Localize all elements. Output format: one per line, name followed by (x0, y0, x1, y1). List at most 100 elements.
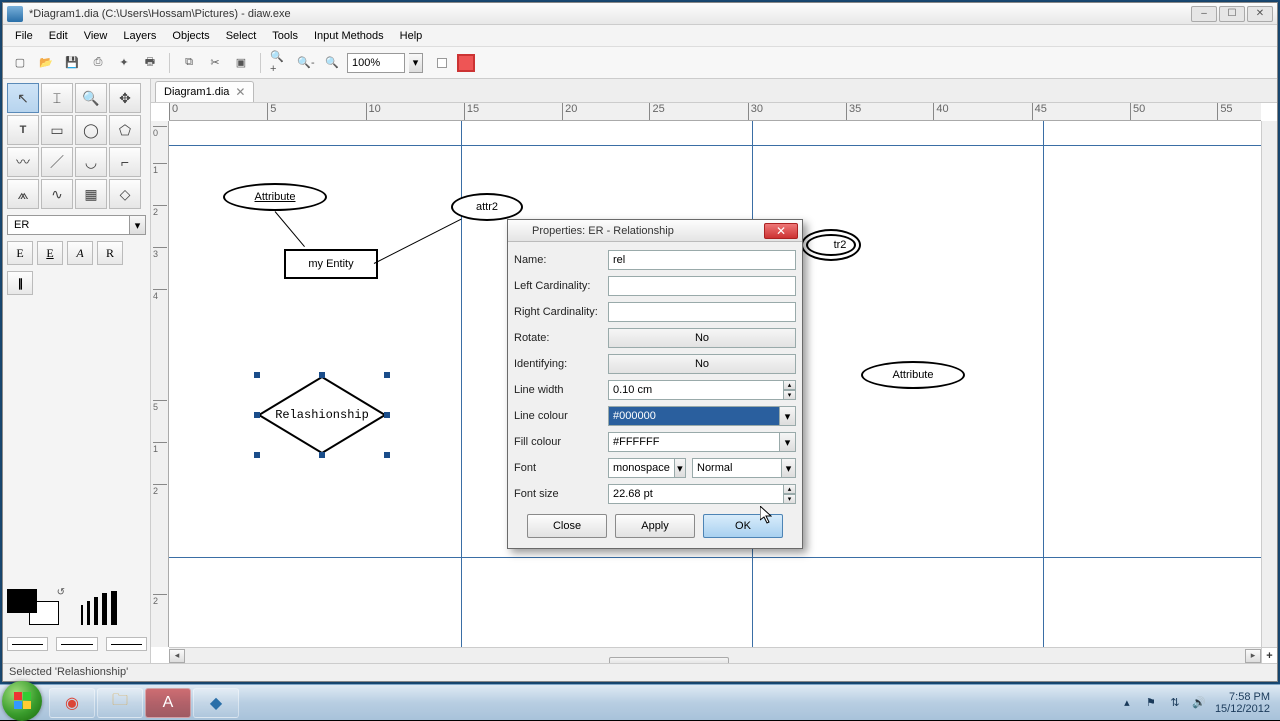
line-tool[interactable]: ／ (41, 147, 73, 177)
maximize-button[interactable]: ☐ (1219, 6, 1245, 22)
snapgrid-toggle[interactable] (437, 58, 447, 68)
sheet-selector[interactable]: ER ▾ (7, 215, 146, 235)
scroll-right-icon[interactable]: ▸ (1245, 649, 1261, 663)
arrow-end-picker[interactable] (106, 637, 147, 651)
line-style-picker[interactable] (7, 637, 48, 651)
selection-handle[interactable] (319, 452, 325, 458)
identifying-toggle[interactable]: No (608, 354, 796, 374)
selection-handle[interactable] (254, 412, 260, 418)
er-attribute-multivalued[interactable]: tr2 (801, 229, 861, 261)
er-relationship[interactable]: Relashionship (257, 375, 387, 455)
name-input[interactable] (608, 250, 796, 270)
navigate-all-icon[interactable]: + (1261, 647, 1277, 663)
zoom-out-icon[interactable]: 🔍- (295, 52, 317, 74)
open-icon[interactable]: 📂 (35, 52, 57, 74)
document-tab[interactable]: Diagram1.dia ✕ (155, 81, 254, 102)
dialog-titlebar[interactable]: Properties: ER - Relationship ✕ (508, 220, 802, 242)
box-tool[interactable]: ▭ (41, 115, 73, 145)
zoom-dropdown-icon[interactable]: ▾ (409, 53, 423, 73)
font-size-spinner[interactable]: ▴▾ (784, 484, 796, 504)
rotate-toggle[interactable]: No (608, 328, 796, 348)
tab-close-icon[interactable]: ✕ (235, 85, 245, 99)
ellipse-tool[interactable]: ◯ (75, 115, 107, 145)
selection-handle[interactable] (384, 372, 390, 378)
menu-help[interactable]: Help (392, 27, 431, 45)
apply-button[interactable]: Apply (615, 514, 695, 538)
taskbar-chrome[interactable]: ◉ (49, 688, 95, 718)
font-style-dropdown-icon[interactable]: ▾ (782, 458, 796, 478)
arc-tool[interactable]: ◡ (75, 147, 107, 177)
save-icon[interactable]: 💾 (61, 52, 83, 74)
line-colour-dropdown-icon[interactable]: ▾ (780, 406, 796, 426)
fg-color[interactable] (7, 589, 37, 613)
taskbar-explorer[interactable]: 🗀 (97, 688, 143, 718)
tray-volume-icon[interactable]: 🔊 (1191, 695, 1207, 711)
object-color-swatch[interactable] (457, 54, 475, 72)
line-width-spinner[interactable]: ▴▾ (784, 380, 796, 400)
zoom-level-field[interactable]: 100% (347, 53, 405, 73)
minimize-button[interactable]: – (1191, 6, 1217, 22)
line-colour-value[interactable]: #000000 (608, 406, 780, 426)
menu-objects[interactable]: Objects (164, 27, 217, 45)
export-icon[interactable]: ✦ (113, 52, 135, 74)
left-cardinality-input[interactable] (608, 276, 796, 296)
zoom-in-icon[interactable]: 🔍+ (269, 52, 291, 74)
menu-input-methods[interactable]: Input Methods (306, 27, 392, 45)
er-relationship-tool[interactable]: R (97, 241, 123, 265)
zigzag-tool[interactable]: ⌐ (109, 147, 141, 177)
fill-colour-value[interactable]: #FFFFFF (608, 432, 780, 452)
beziergon-tool[interactable]: ∿ (41, 179, 73, 209)
font-style-select[interactable]: Normal ▾ (692, 458, 796, 478)
save-as-icon[interactable]: ⎙ (87, 52, 109, 74)
menu-tools[interactable]: Tools (264, 27, 306, 45)
text-tool[interactable]: T (7, 115, 39, 145)
font-family-select[interactable]: monospace ▾ (608, 458, 686, 478)
polyline-tool[interactable]: ⩕ (7, 179, 39, 209)
taskbar-dia[interactable]: ◆ (193, 688, 239, 718)
ok-button[interactable]: OK (703, 514, 783, 538)
image-tool[interactable]: ▦ (75, 179, 107, 209)
zoom-fit-icon[interactable]: 🔍 (321, 52, 343, 74)
paste-icon[interactable]: ▣ (230, 52, 252, 74)
tray-show-hidden-icon[interactable]: ▴ (1119, 695, 1135, 711)
er-attribute[interactable]: Attribute (861, 361, 965, 389)
sheet-dropdown-icon[interactable]: ▾ (130, 215, 146, 235)
taskbar-pdf[interactable]: A (145, 688, 191, 718)
scroll-left-icon[interactable]: ◂ (169, 649, 185, 663)
selection-handle[interactable] (254, 452, 260, 458)
fg-bg-color-swatch[interactable]: ↺ (7, 589, 63, 627)
er-attribute[interactable]: Attribute (223, 183, 327, 211)
swap-colors-icon[interactable]: ↺ (57, 587, 65, 598)
line-width-input[interactable] (608, 380, 784, 400)
pointer-tool[interactable]: ↖ (7, 83, 39, 113)
er-weak-entity-tool[interactable]: E (37, 241, 63, 265)
font-family-dropdown-icon[interactable]: ▾ (675, 458, 686, 478)
tray-network-icon[interactable]: ⇅ (1167, 695, 1183, 711)
er-entity-tool[interactable]: E (7, 241, 33, 265)
arrow-start-picker[interactable] (56, 637, 97, 651)
dialog-close-button[interactable]: ✕ (764, 223, 798, 239)
print-icon[interactable]: 🖶 (139, 52, 161, 74)
tray-clock[interactable]: 7:58 PM 15/12/2012 (1215, 691, 1270, 715)
er-attribute[interactable]: attr2 (451, 193, 523, 221)
horizontal-scrollbar[interactable]: ◂ ▸ (169, 647, 1261, 663)
er-entity[interactable]: my Entity (284, 249, 378, 279)
bezier-tool[interactable]: 〰 (7, 147, 39, 177)
selection-handle[interactable] (384, 412, 390, 418)
selection-handle[interactable] (319, 372, 325, 378)
scroll-tool[interactable]: ✥ (109, 83, 141, 113)
font-size-input[interactable] (608, 484, 784, 504)
fill-colour-dropdown-icon[interactable]: ▾ (780, 432, 796, 452)
menu-view[interactable]: View (76, 27, 116, 45)
er-attribute-tool[interactable]: A (67, 241, 93, 265)
selection-handle[interactable] (384, 452, 390, 458)
menu-file[interactable]: File (7, 27, 41, 45)
tray-flag-icon[interactable]: ⚑ (1143, 695, 1159, 711)
outline-tool[interactable]: ◇ (109, 179, 141, 209)
close-button[interactable]: ✕ (1247, 6, 1273, 22)
copy-icon[interactable]: ⧉ (178, 52, 200, 74)
zoom-tool[interactable]: 🔍 (75, 83, 107, 113)
right-cardinality-input[interactable] (608, 302, 796, 322)
new-icon[interactable]: ▢ (9, 52, 31, 74)
line-width-picker[interactable] (81, 591, 117, 625)
